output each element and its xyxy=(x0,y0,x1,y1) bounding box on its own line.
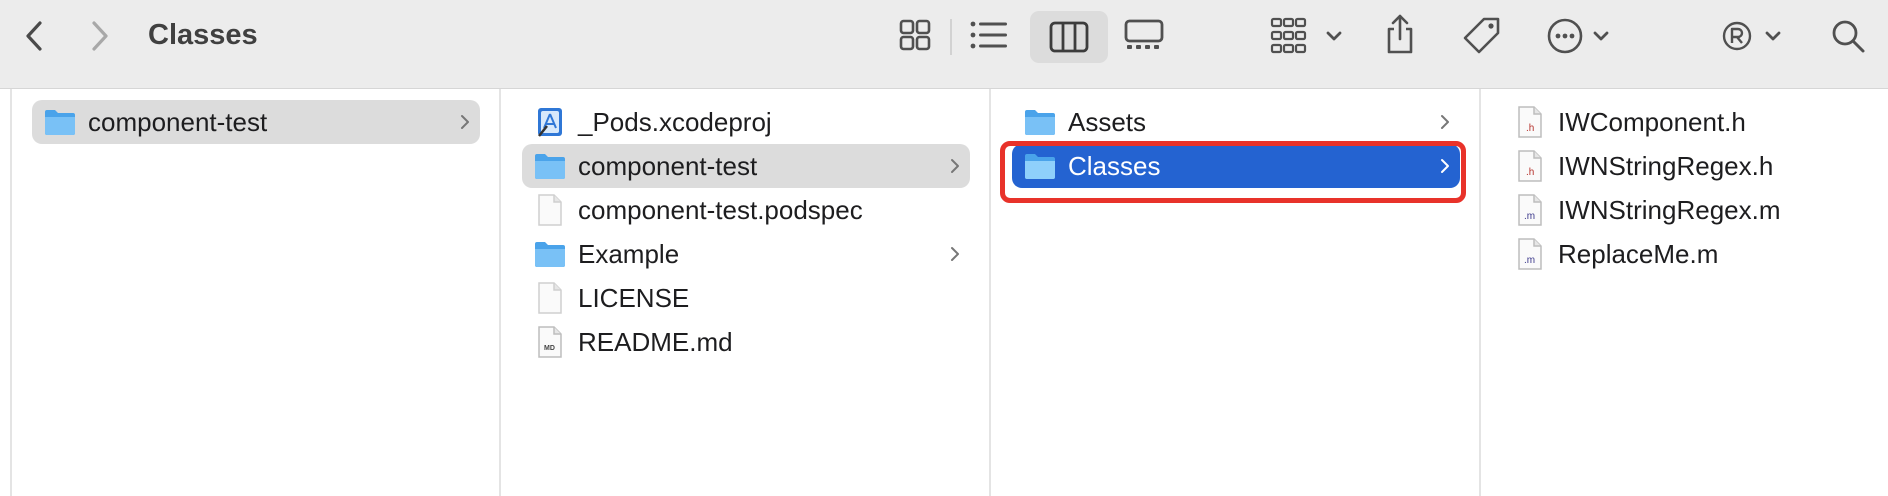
list-item[interactable]: .h IWComponent.h xyxy=(1502,100,1872,144)
item-label: LICENSE xyxy=(578,282,690,313)
more-actions-button[interactable] xyxy=(1545,14,1617,58)
list-item[interactable]: component-test xyxy=(32,100,480,144)
chevron-right-icon xyxy=(92,21,108,51)
icon-view-icon xyxy=(899,19,931,51)
item-label: Assets xyxy=(1068,106,1147,137)
item-label: IWNStringRegex.m xyxy=(1558,194,1781,225)
chevron-right-icon xyxy=(950,232,960,276)
column-divider xyxy=(10,89,12,496)
document-icon xyxy=(534,282,566,314)
chevron-right-icon xyxy=(460,100,470,144)
list-view-icon xyxy=(970,21,1007,49)
group-button[interactable] xyxy=(1270,15,1346,57)
list-item[interactable]: component-test.podspec xyxy=(522,188,970,232)
implementation-file-icon: .m xyxy=(1514,194,1546,226)
column-view-icon xyxy=(1049,21,1089,53)
search-icon xyxy=(1832,20,1865,53)
item-label: ReplaceMe.m xyxy=(1558,238,1719,269)
xcodeproj-icon xyxy=(534,106,566,138)
group-grid-icon xyxy=(1270,17,1342,54)
header-file-icon: .h xyxy=(1514,106,1546,138)
file-type-badge: .m xyxy=(1524,255,1536,266)
profile-button[interactable] xyxy=(1720,14,1786,58)
item-label: Example xyxy=(578,238,680,269)
toolbar: Classes xyxy=(0,0,1888,89)
chevron-right-icon xyxy=(1440,100,1450,144)
list-item[interactable]: Example xyxy=(522,232,970,276)
list-item[interactable]: .m ReplaceMe.m xyxy=(1502,232,1872,276)
list-view-button[interactable] xyxy=(966,15,1012,55)
window-title: Classes xyxy=(148,19,258,51)
list-item[interactable]: component-test xyxy=(522,144,970,188)
folder-icon xyxy=(534,238,566,270)
header-file-icon: .h xyxy=(1514,150,1546,182)
gallery-view-icon xyxy=(1124,19,1164,49)
implementation-file-icon: .m xyxy=(1514,238,1546,270)
file-type-badge: .m xyxy=(1524,211,1536,222)
annotation-highlight-box xyxy=(1000,141,1466,203)
item-label: component-test xyxy=(88,106,268,137)
search-button[interactable] xyxy=(1826,14,1870,58)
markdown-file-icon: MD xyxy=(534,326,566,358)
tag-button[interactable] xyxy=(1460,14,1504,58)
item-label: IWNStringRegex.h xyxy=(1558,150,1774,181)
column-divider xyxy=(1479,89,1481,496)
folder-icon xyxy=(1024,106,1056,138)
list-item[interactable]: _Pods.xcodeproj xyxy=(522,100,970,144)
toolbar-separator xyxy=(950,19,952,55)
icon-view-button[interactable] xyxy=(895,15,935,55)
file-type-badge: .h xyxy=(1526,167,1535,178)
back-button[interactable] xyxy=(14,16,54,56)
list-item[interactable]: .h IWNStringRegex.h xyxy=(1502,144,1872,188)
list-item[interactable]: Assets xyxy=(1012,100,1460,144)
item-label: _Pods.xcodeproj xyxy=(578,106,772,137)
item-label: README.md xyxy=(578,326,733,357)
registered-icon xyxy=(1722,21,1781,51)
item-label: component-test xyxy=(578,150,758,181)
item-label: component-test.podspec xyxy=(578,194,863,225)
chevron-down-icon xyxy=(1326,31,1342,41)
list-item[interactable]: LICENSE xyxy=(522,276,970,320)
column-divider xyxy=(989,89,991,496)
ellipsis-circle-icon xyxy=(1547,18,1609,54)
chevron-right-icon xyxy=(950,144,960,188)
column-view-button[interactable] xyxy=(1030,11,1108,63)
folder-icon xyxy=(44,106,76,138)
chevron-left-icon xyxy=(26,21,42,51)
list-item[interactable]: .m IWNStringRegex.m xyxy=(1502,188,1872,232)
gallery-view-button[interactable] xyxy=(1120,15,1168,55)
chevron-down-icon xyxy=(1593,31,1609,41)
tag-icon xyxy=(1463,17,1500,54)
file-type-badge: .h xyxy=(1526,123,1535,134)
forward-button[interactable] xyxy=(80,16,120,56)
chevron-down-icon xyxy=(1765,31,1781,41)
share-icon xyxy=(1387,14,1413,54)
column-divider xyxy=(499,89,501,496)
list-item[interactable]: MD README.md xyxy=(522,320,970,364)
document-icon xyxy=(534,194,566,226)
file-type-badge: MD xyxy=(544,345,555,352)
item-label: IWComponent.h xyxy=(1558,106,1746,137)
folder-icon xyxy=(534,150,566,182)
share-button[interactable] xyxy=(1380,10,1420,58)
